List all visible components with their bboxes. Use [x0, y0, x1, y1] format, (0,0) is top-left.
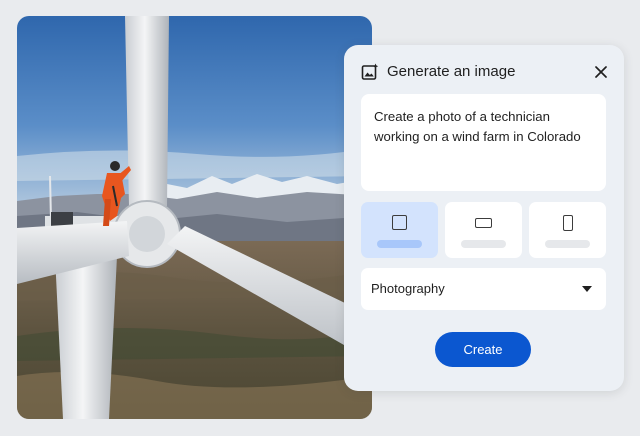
landscape-ratio-icon [475, 218, 492, 228]
aspect-option-square[interactable] [361, 202, 438, 258]
generated-photo [17, 16, 372, 419]
image-sparkle-icon [361, 63, 379, 80]
option-label-placeholder [545, 240, 590, 248]
dialog-header: Generate an image [361, 63, 610, 87]
aspect-option-landscape[interactable] [445, 202, 522, 258]
square-ratio-icon [392, 215, 407, 230]
option-label-placeholder [461, 240, 506, 248]
style-dropdown[interactable]: Photography [361, 268, 606, 310]
screen: Generate an image Create a photo of a te… [0, 0, 640, 436]
dialog-title: Generate an image [387, 63, 516, 80]
aspect-ratio-selector [361, 202, 606, 258]
style-value: Photography [371, 281, 445, 296]
caret-down-icon [582, 286, 592, 292]
generate-image-dialog: Generate an image Create a photo of a te… [344, 45, 624, 391]
wind-turbine-photo [17, 16, 372, 419]
aspect-option-portrait[interactable] [529, 202, 606, 258]
option-label-placeholder [377, 240, 422, 248]
close-icon [595, 66, 607, 78]
close-button[interactable] [592, 63, 610, 81]
create-button[interactable]: Create [435, 332, 531, 367]
prompt-input[interactable]: Create a photo of a technician working o… [361, 94, 606, 191]
portrait-ratio-icon [563, 215, 573, 231]
